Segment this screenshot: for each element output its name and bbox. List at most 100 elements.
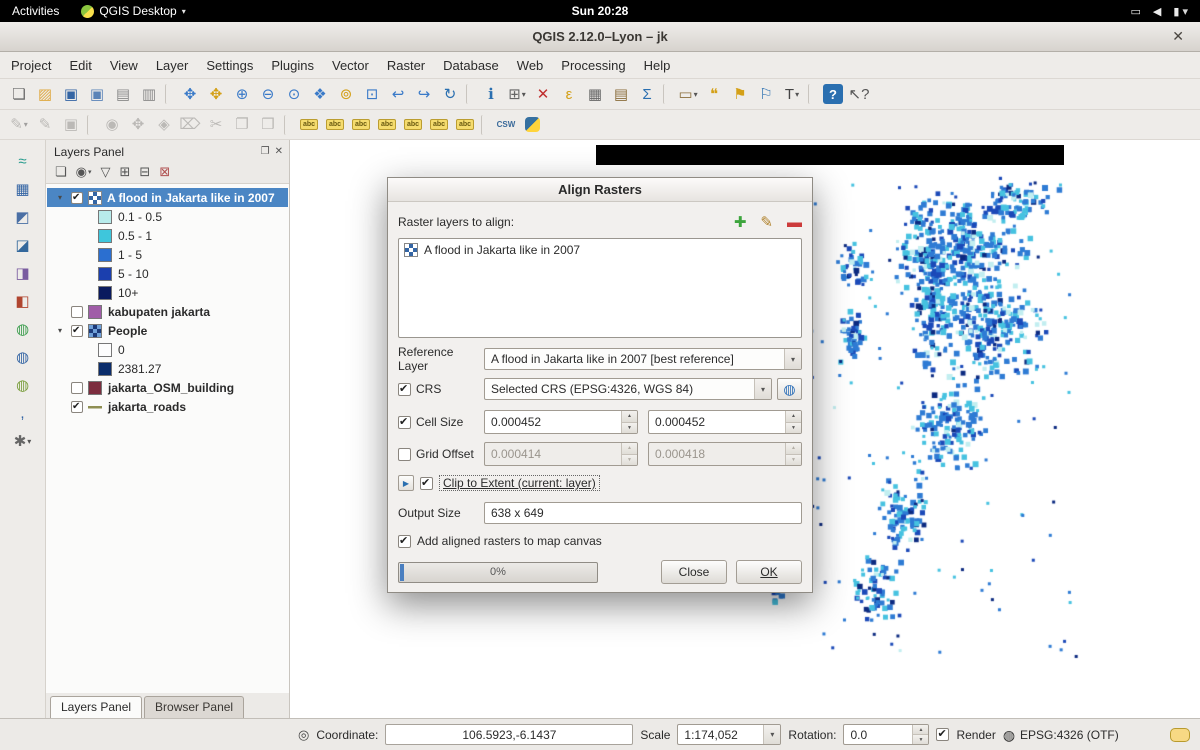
zoom-native-button[interactable]: ⊙ ▾ xyxy=(281,82,307,106)
csw-search-button[interactable]: CSW ▾ xyxy=(493,113,519,137)
add-postgis-layer-button[interactable]: ◪ ▾ xyxy=(10,234,36,256)
label-show-hide-button[interactable]: abc ▾ xyxy=(426,113,452,137)
menu-item[interactable]: Settings xyxy=(197,55,262,76)
identify-features-button[interactable]: ℹ ▾ xyxy=(478,82,504,106)
toolbar-button[interactable]: ▾ xyxy=(481,115,490,135)
statistical-summary-button[interactable]: Σ ▾ xyxy=(634,82,660,106)
new-layer-button[interactable]: ✱ ▾ xyxy=(10,430,36,452)
log-messages-icon[interactable] xyxy=(1170,728,1190,742)
menu-item[interactable]: Web xyxy=(508,55,553,76)
composer-manager-button[interactable]: ▥ ▾ xyxy=(136,82,162,106)
label-pin-button[interactable]: abc ▾ xyxy=(400,113,426,137)
spinner-arrows[interactable]: ▲▼ xyxy=(621,411,637,433)
raster-list-item[interactable]: A flood in Jakarta like in 2007 xyxy=(399,239,801,261)
label-add-button[interactable]: abc ▾ xyxy=(322,113,348,137)
undock-panel-icon[interactable]: ❐ xyxy=(261,146,270,157)
zoom-out-button[interactable]: ⊖ ▾ xyxy=(255,82,281,106)
delete-selected-button[interactable]: ⌦ ▾ xyxy=(177,113,203,137)
toolbar-button[interactable]: ▾ xyxy=(808,84,817,104)
zoom-to-selection-button[interactable]: ⊚ ▾ xyxy=(333,82,359,106)
new-composer-button[interactable]: ▤ ▾ xyxy=(110,82,136,106)
save-layer-edits-button[interactable]: ▣ ▾ xyxy=(58,113,84,137)
layer-visibility-checkbox[interactable] xyxy=(71,382,83,394)
coordinate-input[interactable]: 106.5923,-6.1437 xyxy=(385,724,633,745)
layer-visibility-checkbox[interactable] xyxy=(71,306,83,318)
add-group-icon[interactable]: ❏ ▾ xyxy=(55,164,67,180)
new-bookmark-button[interactable]: ⚑ ▾ xyxy=(727,82,753,106)
measure-button[interactable]: ▭ ▾ xyxy=(675,82,701,106)
scale-select[interactable]: 1:174,052 ▾ xyxy=(677,724,781,745)
layer-visibility-checkbox[interactable] xyxy=(71,401,83,413)
toolbar-button[interactable]: ▾ xyxy=(165,84,174,104)
menu-item[interactable]: Edit xyxy=(60,55,100,76)
deselect-features-button[interactable]: ✕ ▾ xyxy=(530,82,556,106)
save-project-as-button[interactable]: ▣ ▾ xyxy=(84,82,110,106)
crs-picker-button[interactable]: ◍ xyxy=(777,378,802,400)
add-to-canvas-checkbox[interactable] xyxy=(398,535,411,548)
open-project-button[interactable]: ▨ ▾ xyxy=(32,82,58,106)
add-mssql-layer-button[interactable]: ◨ ▾ xyxy=(10,262,36,284)
menu-item[interactable]: Project xyxy=(2,55,60,76)
refresh-map-button[interactable]: ↻ ▾ xyxy=(437,82,463,106)
cell-size-checkbox[interactable] xyxy=(398,416,411,429)
menu-item[interactable]: Raster xyxy=(378,55,434,76)
layer-row[interactable]: ▾ People xyxy=(47,321,288,340)
crs-checkbox[interactable] xyxy=(398,383,411,396)
pan-to-selection-button[interactable]: ✥ ▾ xyxy=(203,82,229,106)
show-bookmarks-button[interactable]: ⚐ ▾ xyxy=(753,82,779,106)
map-tips-button[interactable]: ❝ ▾ xyxy=(701,82,727,106)
menu-item[interactable]: Database xyxy=(434,55,508,76)
layer-labeling-button[interactable]: abc ▾ xyxy=(296,113,322,137)
add-vector-layer-button[interactable]: ≈ ▾ xyxy=(10,150,36,172)
cell-size-y-input[interactable]: 0.000452 ▲▼ xyxy=(648,410,802,434)
add-wms-layer-button[interactable]: ◍ ▾ xyxy=(10,318,36,340)
clip-extent-checkbox[interactable] xyxy=(420,477,433,490)
expander-icon[interactable]: ▾ xyxy=(58,193,71,202)
cell-size-x-input[interactable]: 0.000452 ▲▼ xyxy=(484,410,638,434)
reference-layer-select[interactable]: A flood in Jakarta like in 2007 [best re… xyxy=(484,348,802,370)
toolbar-button[interactable]: ▾ xyxy=(466,84,475,104)
toolbar-button[interactable]: ▾ xyxy=(87,115,96,135)
label-rotate-button[interactable]: abc ▾ xyxy=(374,113,400,137)
expand-advanced-button[interactable]: ▶ xyxy=(398,475,414,491)
python-console-button[interactable]: ▾ xyxy=(519,113,545,137)
raster-layers-list[interactable]: A flood in Jakarta like in 2007 xyxy=(398,238,802,338)
help-button[interactable]: ? ▾ xyxy=(823,84,843,104)
close-button[interactable]: Close xyxy=(661,560,727,584)
label-properties-button[interactable]: abc ▾ xyxy=(452,113,478,137)
add-feature-button[interactable]: ◉ ▾ xyxy=(99,113,125,137)
window-close-button[interactable]: ✕ xyxy=(1166,22,1190,51)
expand-all-icon[interactable]: ⊞ ▾ xyxy=(120,164,131,180)
whats-this-button[interactable]: ↖? ▾ xyxy=(846,82,872,106)
pan-map-button[interactable]: ✥ ▾ xyxy=(177,82,203,106)
add-raster-icon[interactable]: ✚ xyxy=(734,215,747,230)
rotation-input[interactable]: 0.0 ▲▼ xyxy=(843,724,929,745)
new-project-button[interactable]: ❏ ▾ xyxy=(6,82,32,106)
menu-item[interactable]: Plugins xyxy=(262,55,323,76)
zoom-full-button[interactable]: ❖ ▾ xyxy=(307,82,333,106)
current-edits-button[interactable]: ✎ ▾ xyxy=(6,113,32,137)
layer-visibility-checkbox[interactable] xyxy=(71,325,83,337)
add-delimited-text-layer-button[interactable]: , ▾ xyxy=(10,402,36,424)
toggle-editing-button[interactable]: ✎ ▾ xyxy=(32,113,58,137)
field-calculator-button[interactable]: ▤ ▾ xyxy=(608,82,634,106)
add-spatialite-layer-button[interactable]: ◩ ▾ xyxy=(10,206,36,228)
extent-marker-icon[interactable]: ◎ xyxy=(298,727,309,743)
node-tool-button[interactable]: ◈ ▾ xyxy=(151,113,177,137)
ok-button[interactable]: OK xyxy=(736,560,802,584)
copy-features-button[interactable]: ❐ ▾ xyxy=(229,113,255,137)
attribute-table-button[interactable]: ▦ ▾ xyxy=(582,82,608,106)
remove-layer-icon[interactable]: ⊠ ▾ xyxy=(159,164,170,180)
zoom-in-button[interactable]: ⊕ ▾ xyxy=(229,82,255,106)
spinner-arrows[interactable]: ▲▼ xyxy=(912,725,928,744)
label-move-button[interactable]: abc ▾ xyxy=(348,113,374,137)
menu-item[interactable]: Vector xyxy=(323,55,378,76)
render-checkbox[interactable] xyxy=(936,728,949,741)
layer-row[interactable]: ▾ 0.5 - 1 xyxy=(47,226,288,245)
toolbar-button[interactable]: ▾ xyxy=(663,84,672,104)
add-wfs-layer-button[interactable]: ◍ ▾ xyxy=(10,374,36,396)
zoom-to-layer-button[interactable]: ⊡ ▾ xyxy=(359,82,385,106)
add-raster-layer-button[interactable]: ▦ ▾ xyxy=(10,178,36,200)
activities-button[interactable]: Activities xyxy=(0,4,71,18)
crs-status-button[interactable]: ◍ EPSG:4326 (OTF) xyxy=(1003,728,1119,742)
